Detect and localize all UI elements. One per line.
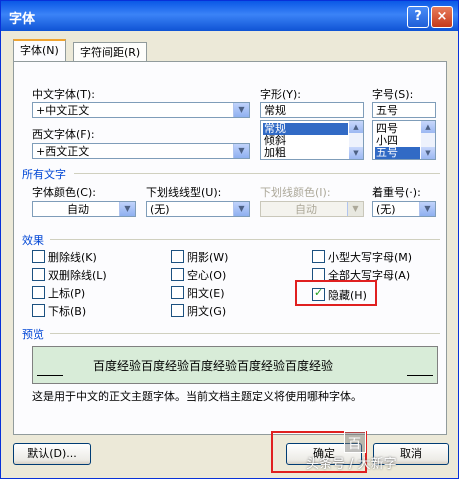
watermark-logo: 百	[344, 431, 366, 453]
chinese-font-value: +中文正文	[36, 104, 90, 117]
divider	[74, 173, 440, 174]
preview-box: 百度经验百度经验百度经验百度经验百度经验	[32, 346, 438, 384]
default-button[interactable]: 默认(D)...	[13, 443, 91, 465]
font-color-label: 字体颜色(C):	[32, 186, 96, 199]
double-strikethrough-label: 双删除线(L)	[48, 269, 107, 282]
style-label: 字形(Y):	[260, 88, 302, 101]
highlight-box-hidden	[295, 280, 377, 306]
shadow-label: 阴影(W)	[187, 251, 229, 264]
chevron-down-icon[interactable]: ▼	[233, 202, 249, 216]
engrave-checkbox[interactable]	[171, 304, 184, 317]
close-button[interactable]: ×	[431, 6, 453, 28]
emboss-checkbox[interactable]	[171, 286, 184, 299]
subscript-checkbox[interactable]	[32, 304, 45, 317]
style-input[interactable]: 常规	[260, 102, 364, 118]
subscript-label: 下标(B)	[48, 305, 87, 318]
chinese-font-label: 中文字体(T):	[32, 88, 96, 101]
chinese-font-select[interactable]: +中文正文 ▼	[32, 102, 250, 118]
scroll-up-icon[interactable]: ▲	[421, 121, 435, 133]
list-item[interactable]: 五号	[375, 147, 420, 159]
font-color-select[interactable]: 自动 ▼	[32, 201, 136, 217]
western-font-value: +西文正文	[36, 145, 90, 158]
chevron-down-icon[interactable]: ▼	[233, 103, 249, 117]
small-caps-checkbox[interactable]	[312, 250, 325, 263]
font-tab-panel: 中文字体(T): +中文正文 ▼ 西文字体(F): +西文正文 ▼ 字形(Y):…	[13, 61, 447, 435]
preview-line-right	[407, 375, 433, 376]
small-caps-label: 小型大写字母(M)	[328, 251, 413, 264]
double-strikethrough-checkbox[interactable]	[32, 268, 45, 281]
effects-section-label: 效果	[22, 234, 44, 247]
size-list[interactable]: 四号 小四 五号 ▲ ▼	[372, 120, 436, 160]
outline-checkbox[interactable]	[171, 268, 184, 281]
chevron-down-icon: ▼	[347, 202, 363, 216]
underline-type-value: (无)	[150, 203, 170, 216]
divider	[50, 239, 440, 240]
list-item[interactable]: 加粗	[263, 147, 286, 159]
size-scrollbar[interactable]: ▲ ▼	[421, 121, 435, 159]
font-dialog: 字体 ? × 字体(N) 字符间距(R) 中文字体(T): +中文正文 ▼ 西文…	[0, 0, 459, 479]
strikethrough-label: 删除线(K)	[48, 251, 97, 264]
chevron-down-icon[interactable]: ▼	[119, 202, 135, 216]
watermark-logo-text: 百	[348, 437, 362, 452]
superscript-checkbox[interactable]	[32, 286, 45, 299]
preview-sample-text: 百度经验百度经验百度经验百度经验百度经验	[93, 359, 334, 373]
outline-label: 空心(O)	[187, 269, 227, 282]
strikethrough-checkbox[interactable]	[32, 250, 45, 263]
underline-type-select[interactable]: (无) ▼	[146, 201, 250, 217]
title-bar: 字体 ? ×	[1, 1, 458, 31]
underline-type-label: 下划线线型(U):	[146, 186, 222, 199]
scroll-down-icon[interactable]: ▼	[421, 147, 435, 159]
size-label: 字号(S):	[372, 88, 414, 101]
western-font-label: 西文字体(F):	[32, 128, 95, 141]
size-input[interactable]: 五号	[372, 102, 436, 118]
emboss-label: 阳文(E)	[187, 287, 225, 300]
western-font-select[interactable]: +西文正文 ▼	[32, 143, 250, 159]
help-button[interactable]: ?	[407, 6, 429, 28]
engrave-label: 阴文(G)	[187, 305, 227, 318]
emphasis-select[interactable]: (无) ▼	[372, 201, 436, 217]
shadow-checkbox[interactable]	[171, 250, 184, 263]
font-color-value: 自动	[67, 203, 89, 216]
style-scrollbar[interactable]: ▲ ▼	[349, 121, 363, 159]
emphasis-value: (无)	[376, 203, 396, 216]
scroll-up-icon[interactable]: ▲	[349, 121, 363, 133]
superscript-label: 上标(P)	[48, 287, 86, 300]
preview-line-left	[37, 375, 63, 376]
underline-color-value: 自动	[295, 203, 317, 216]
watermark-text: 头条号 / 大新字	[306, 457, 397, 472]
style-input-value: 常规	[264, 104, 286, 117]
emphasis-label: 着重号(·):	[372, 186, 421, 199]
preview-section-label: 预览	[22, 328, 44, 341]
chevron-down-icon[interactable]: ▼	[419, 202, 435, 216]
tab-character-spacing[interactable]: 字符间距(R)	[73, 42, 148, 63]
style-list[interactable]: 常规 倾斜 加粗 ▲ ▼	[260, 120, 364, 160]
underline-color-select: 自动 ▼	[260, 201, 364, 217]
size-input-value: 五号	[376, 104, 398, 117]
underline-color-label: 下划线颜色(I):	[260, 186, 331, 199]
all-text-section-label: 所有文字	[22, 168, 66, 181]
dialog-title: 字体	[9, 12, 36, 27]
scroll-down-icon[interactable]: ▼	[349, 147, 363, 159]
chevron-down-icon[interactable]: ▼	[233, 144, 249, 158]
divider	[50, 333, 440, 334]
preview-description: 这是用于中文的正文主题字体。当前文档主题定义将使用哪种字体。	[32, 390, 362, 403]
